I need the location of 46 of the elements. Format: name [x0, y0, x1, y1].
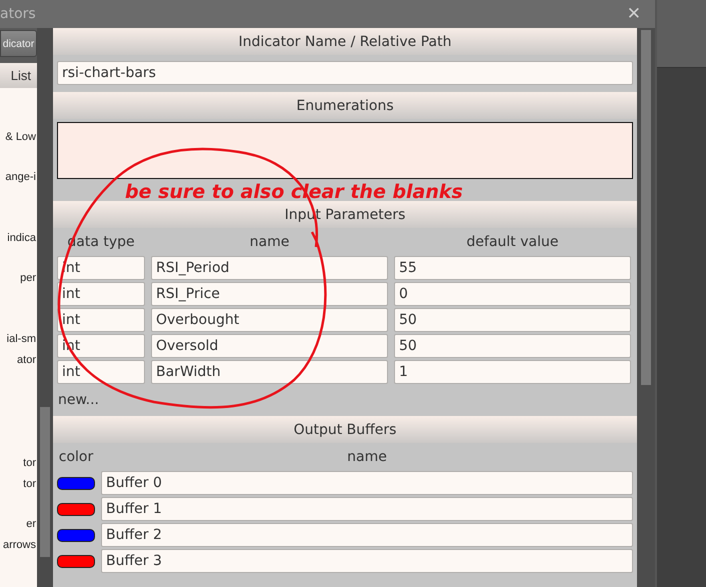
- color-swatch[interactable]: [57, 528, 95, 542]
- column-header: name: [250, 233, 290, 252]
- parameter-field[interactable]: int: [57, 282, 145, 306]
- window-title: ators: [0, 6, 36, 22]
- parameter-field[interactable]: int: [57, 308, 145, 332]
- section-header: Indicator Name / Relative Path: [53, 28, 637, 55]
- section-header: Enumerations: [53, 92, 637, 119]
- column-header: default value: [466, 233, 558, 252]
- buffer-name-field[interactable]: Buffer 3: [101, 549, 633, 573]
- parameter-field[interactable]: 50: [394, 308, 631, 332]
- list-item[interactable]: indica: [7, 229, 36, 247]
- parameter-field[interactable]: 1: [394, 360, 631, 384]
- parameter-field[interactable]: 0: [394, 282, 631, 306]
- list-header: List: [0, 63, 37, 88]
- section-header: Output Buffers: [53, 416, 637, 443]
- list-item[interactable]: & Low: [5, 128, 36, 146]
- parameter-field[interactable]: Oversold: [151, 334, 388, 358]
- parameter-field[interactable]: 55: [394, 256, 631, 280]
- list-item[interactable]: ange-i: [5, 168, 36, 186]
- color-swatch[interactable]: [57, 554, 95, 568]
- parameter-field[interactable]: Overbought: [151, 308, 388, 332]
- column-header: name: [347, 448, 387, 467]
- new-link[interactable]: new...: [58, 392, 100, 416]
- parameter-field[interactable]: RSI_Period: [151, 256, 388, 280]
- list-item[interactable]: arrows: [2, 536, 36, 554]
- list-item[interactable]: tor: [23, 475, 36, 493]
- indicator-button[interactable]: dicator: [0, 30, 37, 57]
- name-field[interactable]: rsi-chart-bars: [57, 61, 633, 85]
- list-item[interactable]: ator: [17, 351, 36, 369]
- scrollbar[interactable]: [37, 28, 53, 587]
- list-item[interactable]: ial-sm: [6, 330, 36, 348]
- column-header: color: [58, 448, 94, 467]
- buffer-name-field[interactable]: Buffer 2: [101, 523, 633, 547]
- parameter-field[interactable]: 50: [394, 334, 631, 358]
- color-swatch[interactable]: [57, 476, 95, 490]
- list-item[interactable]: tor: [23, 454, 36, 472]
- parameter-field[interactable]: BarWidth: [151, 360, 388, 384]
- enumerations-box[interactable]: [57, 122, 633, 179]
- list-item[interactable]: er: [26, 515, 36, 533]
- parameter-field[interactable]: int: [57, 360, 145, 384]
- buffer-name-field[interactable]: Buffer 0: [101, 471, 633, 495]
- list-item[interactable]: per: [20, 269, 36, 287]
- scrollbar[interactable]: [637, 28, 655, 587]
- parameter-field[interactable]: RSI_Price: [151, 282, 388, 306]
- color-swatch[interactable]: [57, 502, 95, 516]
- buffer-name-field[interactable]: Buffer 1: [101, 497, 633, 521]
